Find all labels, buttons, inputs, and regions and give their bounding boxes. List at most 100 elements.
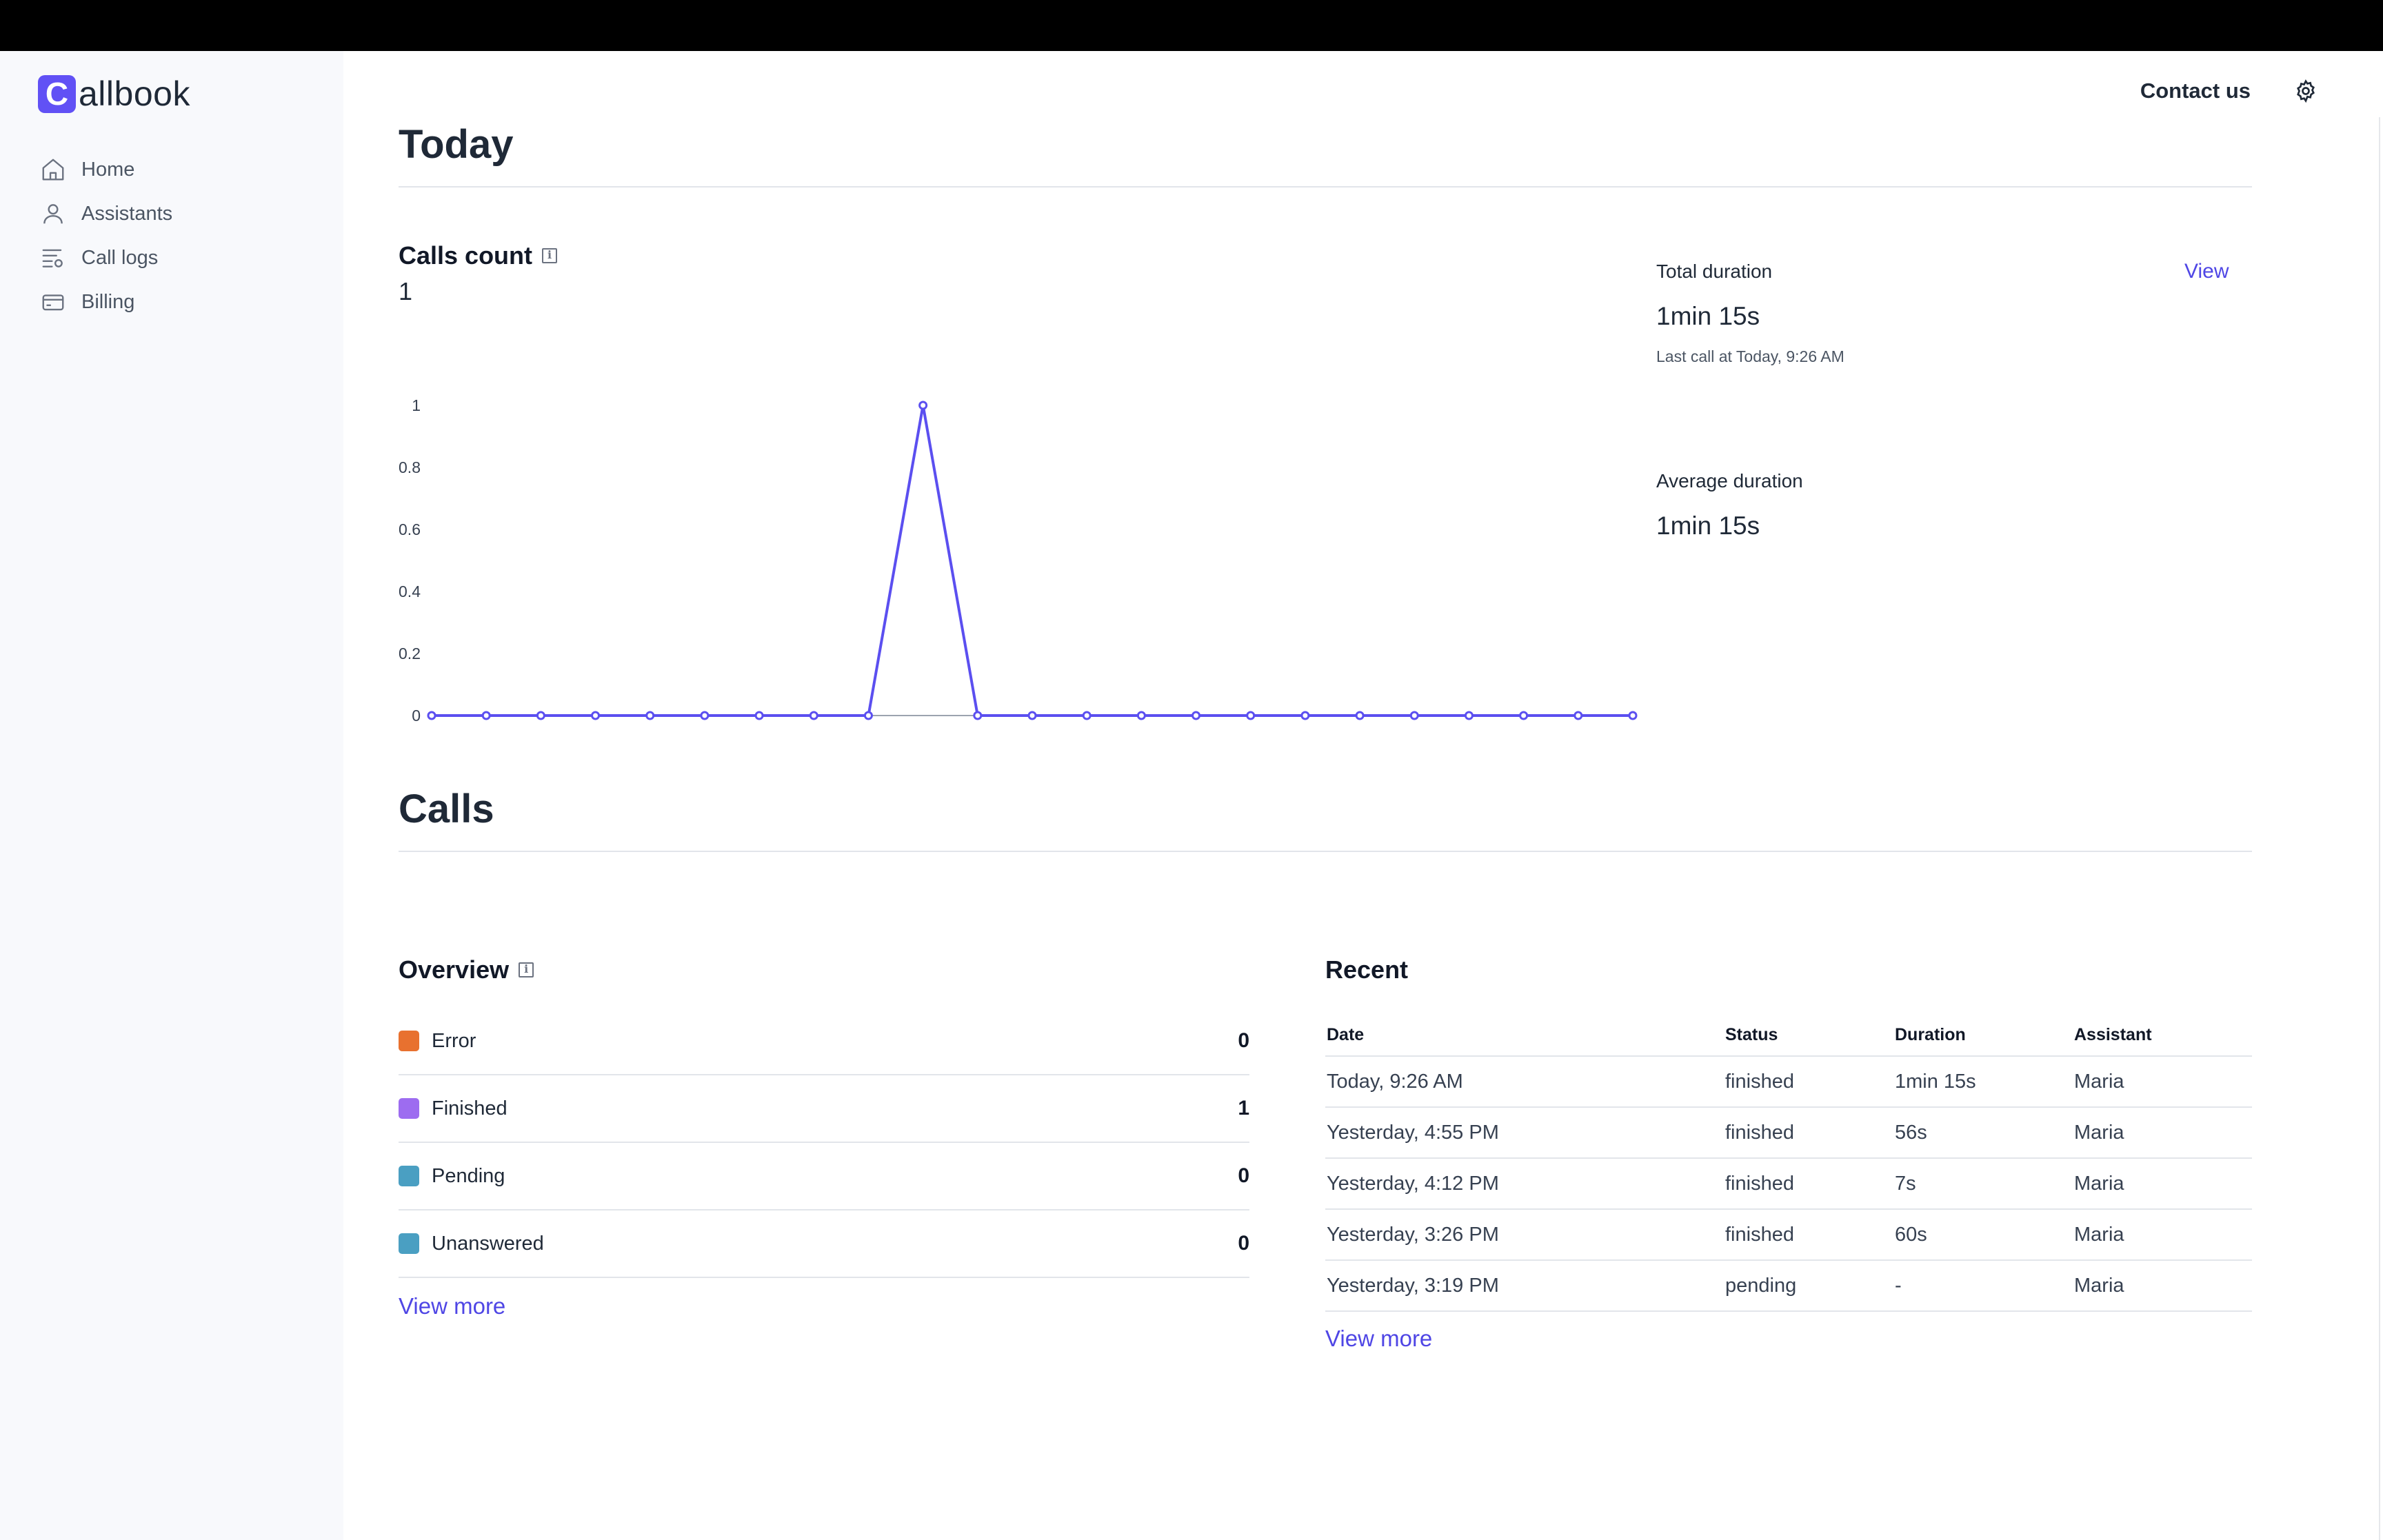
list-item: Error 0 (399, 1008, 1249, 1075)
cell-assistant: Maria (2074, 1107, 2252, 1159)
logo-text: allbook (79, 74, 190, 113)
calls-count-value: 1 (399, 277, 413, 305)
data-point[interactable] (1192, 711, 1201, 720)
total-duration-value: 1min 15s (1656, 302, 1760, 330)
data-point[interactable] (754, 711, 764, 720)
table-row[interactable]: Yesterday, 4:55 PM finished 56s Maria (1325, 1107, 2252, 1159)
data-point[interactable] (1628, 711, 1638, 720)
data-point[interactable] (700, 711, 710, 720)
list-item: Finished 1 (399, 1075, 1249, 1143)
contact-us-link[interactable]: Contact us (2140, 79, 2251, 103)
data-point[interactable] (1519, 711, 1529, 720)
data-point[interactable] (536, 711, 545, 720)
cell-duration: 1min 15s (1895, 1056, 2074, 1108)
sidebar-item-assistants[interactable]: Assistants (40, 192, 172, 236)
cell-duration: - (1895, 1260, 2074, 1312)
y-tick-label: 1 (412, 396, 421, 414)
data-point[interactable] (1573, 711, 1583, 720)
total-duration-label: Total duration (1656, 261, 1773, 282)
table-row[interactable]: Today, 9:26 AM finished 1min 15s Maria (1325, 1056, 2252, 1108)
table-row[interactable]: Yesterday, 3:19 PM pending - Maria (1325, 1260, 2252, 1312)
status-count: 1 (1238, 1097, 1249, 1119)
cell-status: finished (1725, 1209, 1895, 1261)
overview-view-more-link[interactable]: View more (399, 1293, 505, 1319)
sidebar: C allbook Home Assistants Call logs Bill… (0, 51, 343, 1540)
finished-swatch (399, 1098, 419, 1119)
main-content: Contact us Today Calls count 1 0 0.2 0.4 0.… (343, 51, 2383, 1540)
cell-duration: 56s (1895, 1107, 2074, 1159)
recent-title: Recent (1325, 955, 1408, 984)
column-header-assistant: Assistant (2074, 1008, 2252, 1057)
sidebar-item-call-logs[interactable]: Call logs (40, 236, 172, 280)
pending-swatch (399, 1166, 419, 1186)
table-row[interactable]: Yesterday, 3:26 PM finished 60s Maria (1325, 1209, 2252, 1261)
cell-date: Yesterday, 4:12 PM (1325, 1158, 1725, 1210)
status-count: 0 (1238, 1029, 1249, 1052)
data-point[interactable] (1300, 711, 1310, 720)
overview-list: Error 0 Finished 1 Pending 0 Unanswered … (399, 1008, 1249, 1319)
divider (399, 851, 2252, 852)
callbook-logo[interactable]: C allbook (38, 73, 190, 114)
data-point[interactable] (1082, 711, 1092, 720)
status-count: 0 (1238, 1164, 1249, 1187)
table-header-row: Date Status Duration Assistant (1325, 1008, 2252, 1057)
data-point[interactable] (809, 711, 818, 720)
status-label: Unanswered (432, 1232, 544, 1255)
cell-status: finished (1725, 1056, 1895, 1108)
info-icon[interactable] (519, 962, 534, 977)
logo-mark: C (38, 74, 76, 113)
sidebar-item-label: Assistants (81, 202, 173, 225)
call-logs-icon (42, 249, 63, 267)
average-duration-label: Average duration (1656, 470, 1803, 492)
gear-icon (2297, 79, 2315, 103)
data-point[interactable] (1027, 711, 1037, 720)
data-point[interactable] (1464, 711, 1474, 720)
settings-button[interactable] (2293, 79, 2318, 103)
y-tick-label: 0.2 (399, 645, 421, 662)
status-label: Pending (432, 1164, 505, 1187)
sidebar-item-label: Call logs (81, 246, 159, 269)
view-link[interactable]: View (2184, 260, 2229, 283)
cell-status: finished (1725, 1158, 1895, 1210)
column-header-duration: Duration (1895, 1008, 2074, 1057)
calls-count-label: Calls count (399, 241, 533, 270)
sidebar-item-label: Home (81, 158, 135, 181)
cell-status: pending (1725, 1260, 1895, 1312)
cell-date: Today, 9:26 AM (1325, 1056, 1725, 1108)
y-tick-label: 0.6 (399, 520, 421, 538)
overview-label: Overview (399, 955, 510, 984)
data-point[interactable] (918, 401, 928, 410)
table-row[interactable]: Yesterday, 4:12 PM finished 7s Maria (1325, 1158, 2252, 1210)
sidebar-item-home[interactable]: Home (40, 148, 172, 192)
window-top-bar (0, 0, 2383, 51)
data-point[interactable] (481, 711, 491, 720)
column-header-status: Status (1725, 1008, 1895, 1057)
data-point[interactable] (1246, 711, 1256, 720)
info-icon[interactable] (542, 248, 558, 263)
scrollbar[interactable] (2379, 117, 2383, 1540)
cell-assistant: Maria (2074, 1158, 2252, 1210)
home-icon (42, 159, 64, 181)
user-icon (43, 204, 63, 224)
data-point[interactable] (1355, 711, 1365, 720)
data-point[interactable] (1136, 711, 1146, 720)
last-call-time: Last call at Today, 9:26 AM (1656, 347, 1844, 365)
cell-assistant: Maria (2074, 1260, 2252, 1312)
data-point[interactable] (973, 711, 983, 720)
average-duration-value: 1min 15s (1656, 511, 1760, 540)
sidebar-item-label: Billing (81, 290, 135, 313)
recent-view-more-link[interactable]: View more (1325, 1326, 1432, 1351)
header-actions: Contact us (2140, 79, 2318, 103)
calls-heading: Calls (399, 787, 494, 831)
data-point[interactable] (591, 711, 601, 720)
overview-title: Overview (399, 955, 534, 984)
data-point[interactable] (427, 711, 436, 720)
unanswered-swatch (399, 1233, 419, 1254)
cell-assistant: Maria (2074, 1209, 2252, 1261)
sidebar-item-billing[interactable]: Billing (40, 280, 172, 324)
data-point[interactable] (1409, 711, 1419, 720)
column-header-date: Date (1325, 1008, 1725, 1057)
data-point[interactable] (863, 711, 873, 720)
calls-series-line (432, 404, 1633, 717)
data-point[interactable] (645, 711, 655, 720)
